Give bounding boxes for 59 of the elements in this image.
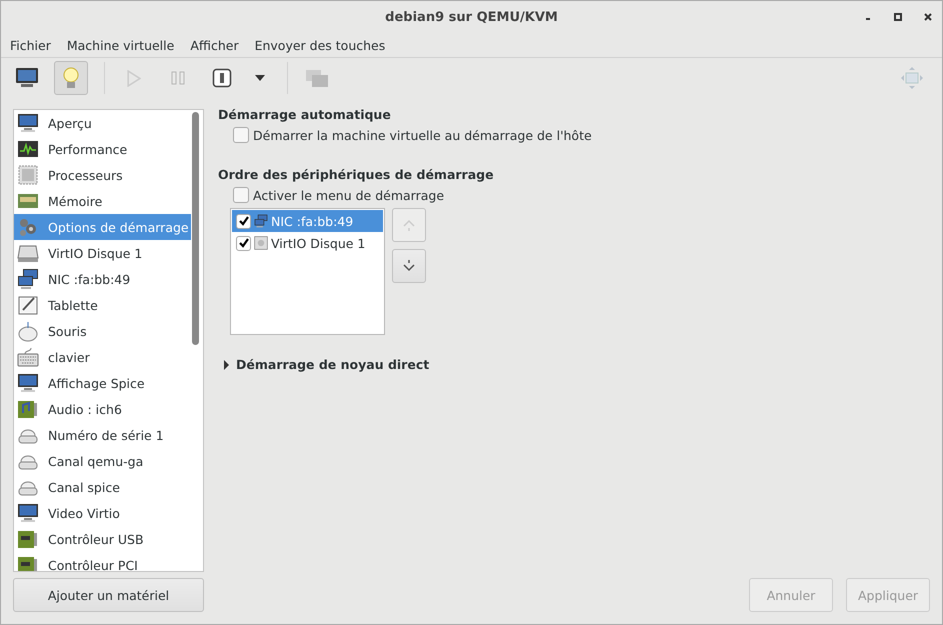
- down-arrow-icon: [403, 260, 415, 272]
- menu-item[interactable]: Envoyer des touches: [248, 38, 392, 52]
- menu-item[interactable]: Machine virtuelle: [60, 38, 180, 52]
- sidebar-item[interactable]: Mémoire: [14, 188, 191, 214]
- play-icon: [127, 70, 141, 86]
- sidebar-item[interactable]: Performance: [14, 136, 191, 162]
- keyboard-icon: [17, 346, 39, 368]
- monitor-icon: [15, 67, 39, 89]
- chart-icon: [17, 138, 39, 160]
- section-heading: Ordre des périphériques de démarrage: [218, 167, 494, 182]
- pause-icon: [171, 71, 185, 85]
- sidebar-item[interactable]: clavier: [14, 344, 191, 370]
- sidebar-item[interactable]: Souris: [14, 318, 191, 344]
- sidebar-item[interactable]: Contrôleur PCI: [14, 552, 191, 571]
- monitor-icon: [17, 112, 39, 134]
- fullscreen-icon: [900, 66, 924, 90]
- card-icon: [17, 554, 39, 571]
- boot-device-row[interactable]: VirtIO Disque 1: [232, 232, 383, 254]
- sidebar-item[interactable]: VirtIO Disque 1: [14, 240, 191, 266]
- close-icon[interactable]: [924, 13, 932, 21]
- power-icon: [212, 68, 232, 88]
- sidebar-item[interactable]: Contrôleur USB: [14, 526, 191, 552]
- monitor-icon: [17, 502, 39, 524]
- lightbulb-icon: [63, 66, 79, 90]
- network-icon: [254, 214, 268, 228]
- menu-item[interactable]: Afficher: [184, 38, 245, 52]
- sidebar-item[interactable]: Audio : ich6: [14, 396, 191, 422]
- sidebar-item[interactable]: Canal qemu-ga: [14, 448, 191, 474]
- sidebar-item[interactable]: Affichage Spice: [14, 370, 191, 396]
- caret-icon: [255, 75, 265, 81]
- mouse-icon: [17, 320, 39, 342]
- sidebar-item[interactable]: Tablette: [14, 292, 191, 318]
- maximize-icon[interactable]: [894, 13, 902, 21]
- sidebar-item[interactable]: Video Virtio: [14, 500, 191, 526]
- monitors-icon: [306, 70, 328, 86]
- window-title: debian9 sur QEMU/KVM: [385, 10, 558, 24]
- sidebar-item[interactable]: Canal spice: [14, 474, 191, 500]
- network-icon: [17, 268, 39, 290]
- direct-kernel-expander[interactable]: Démarrage de noyau direct: [222, 357, 430, 372]
- card-icon: [17, 528, 39, 550]
- add-hardware-button[interactable]: Ajouter un matériel: [13, 578, 204, 612]
- sidebar-item[interactable]: Numéro de série 1: [14, 422, 191, 448]
- triangle-icon: [222, 360, 230, 370]
- checkbox[interactable]: [236, 214, 251, 228]
- boot-menu-checkbox[interactable]: Activer le menu de démarrage: [233, 187, 444, 203]
- audio-icon: [17, 398, 39, 420]
- checkbox[interactable]: [236, 236, 251, 250]
- autostart-checkbox[interactable]: Démarrer la machine virtuelle au démarrage de l'hôte: [233, 127, 592, 143]
- section-heading: Démarrage automatique: [218, 107, 391, 122]
- gears-icon: [17, 216, 39, 238]
- up-arrow-icon: [403, 219, 415, 231]
- sidebar-item[interactable]: Aperçu: [14, 110, 191, 136]
- tablet-icon: [17, 294, 39, 316]
- sidebar-item[interactable]: NIC :fa:bb:49: [14, 266, 191, 292]
- sidebar-item[interactable]: Processeurs: [14, 162, 191, 188]
- menu-item[interactable]: Fichier: [4, 38, 57, 52]
- chip-icon: [17, 164, 39, 186]
- move-down-button[interactable]: [392, 249, 426, 283]
- monitor-icon: [17, 372, 39, 394]
